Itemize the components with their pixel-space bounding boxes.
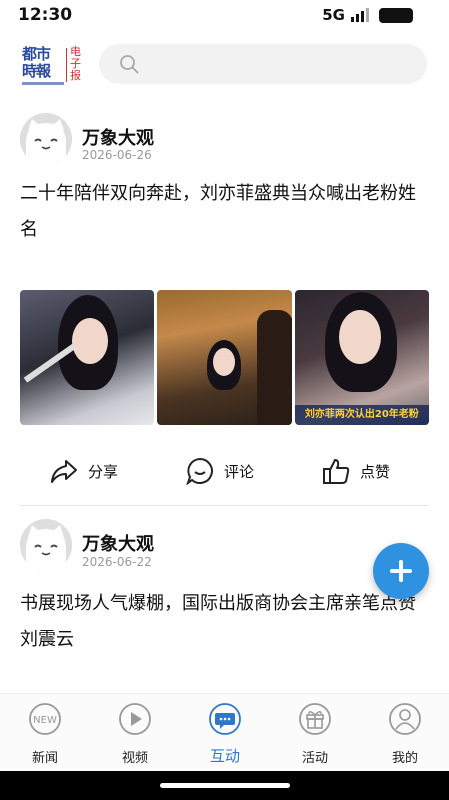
tab-video[interactable]: 视频 xyxy=(100,702,170,766)
system-home-bar xyxy=(0,771,449,800)
tab-interaction[interactable]: 互动 xyxy=(190,702,260,766)
post-title[interactable]: 书展现场人气爆棚，国际出版商协会主席亲笔点赞刘震云 xyxy=(20,586,425,658)
tab-label: 视频 xyxy=(121,751,148,766)
tab-profile[interactable]: 我的 xyxy=(370,702,440,766)
avatar[interactable] xyxy=(20,519,72,571)
tab-label: 互动 xyxy=(209,747,240,765)
post-author[interactable]: 万象大观 xyxy=(82,530,154,556)
tab-events[interactable]: 活动 xyxy=(280,702,350,766)
tab-label: 我的 xyxy=(391,751,418,766)
svg-text:NEW: NEW xyxy=(33,715,57,726)
bottom-nav: NEW 新闻 视频 互动 活动 我的 xyxy=(0,693,449,771)
chat-icon xyxy=(209,703,241,735)
gift-icon xyxy=(299,703,331,735)
user-icon xyxy=(389,703,421,735)
tab-news[interactable]: NEW 新闻 xyxy=(10,702,80,766)
tab-label: 活动 xyxy=(301,751,328,766)
add-post-button[interactable] xyxy=(373,543,429,599)
home-indicator[interactable] xyxy=(160,783,290,788)
new-badge-icon: NEW xyxy=(29,703,61,735)
cat-avatar-icon xyxy=(20,519,72,571)
tab-label: 新闻 xyxy=(31,751,58,766)
play-icon xyxy=(119,703,151,735)
post-date: 2026-06-22 xyxy=(82,555,152,569)
